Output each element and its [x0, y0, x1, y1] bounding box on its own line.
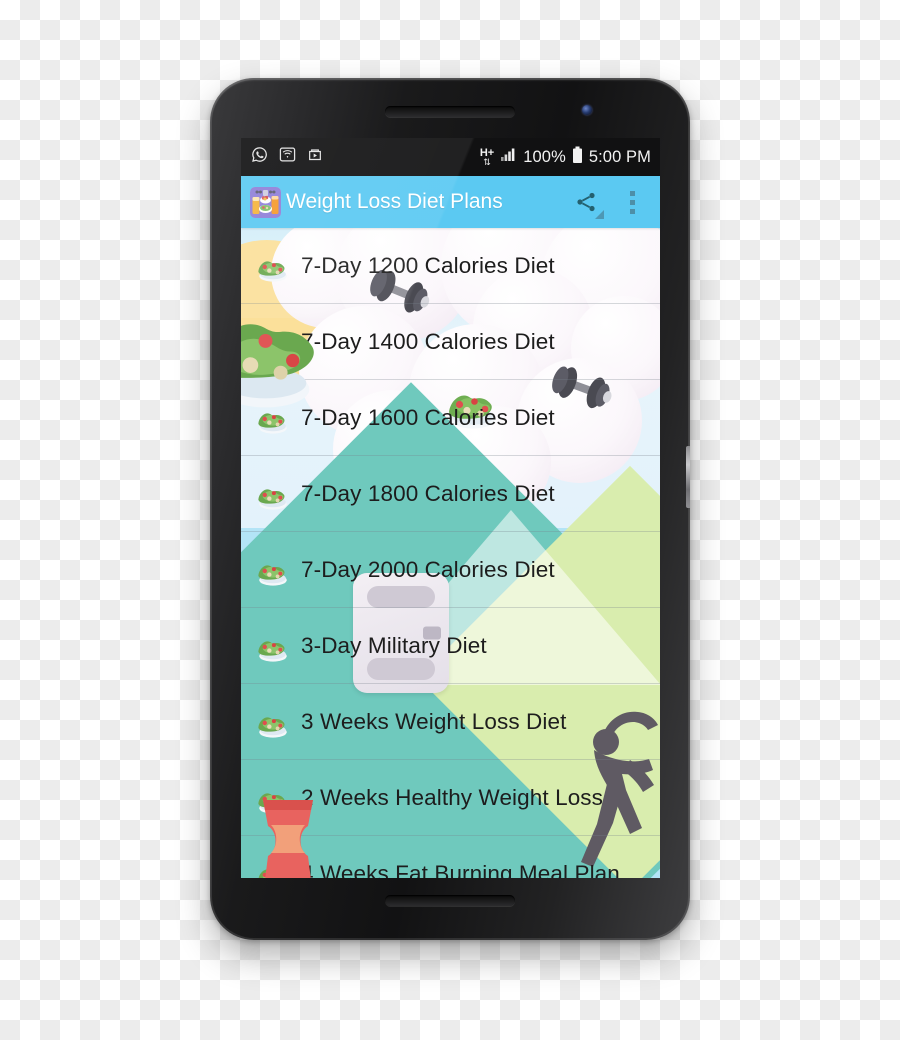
share-icon[interactable]	[566, 182, 606, 222]
list-item-label: 2 Weeks Healthy Weight Loss	[301, 785, 604, 810]
list-item[interactable]: 3-Day Military Diet	[241, 608, 660, 684]
salad-bowl-icon	[251, 246, 295, 286]
list-item-label: 4 Weeks Fat Burning Meal Plan	[301, 861, 620, 878]
salad-bowl-icon	[251, 550, 295, 590]
overflow-menu-icon[interactable]	[616, 182, 648, 222]
clock-label: 5:00 PM	[588, 147, 651, 166]
list-item-label: 7-Day 1600 Calories Diet	[301, 405, 555, 430]
earpiece-speaker	[385, 106, 515, 117]
network-type-icon: H+ ⇅	[480, 147, 494, 167]
salad-bowl-icon	[241, 294, 329, 412]
list-item[interactable]: 7-Day 1200 Calories Diet	[241, 228, 660, 304]
media-box-icon	[307, 146, 323, 168]
network-arrows-icon: ⇅	[483, 156, 491, 167]
app-logo-icon[interactable]	[250, 186, 281, 218]
slimming-wrap-icon	[255, 800, 321, 878]
battery-percent-label: 100%	[523, 147, 566, 166]
app-title: Weight Loss Diet Plans	[286, 190, 503, 213]
list-item-label: 7-Day 1200 Calories Diet	[301, 253, 555, 278]
list-item-label: 3 Weeks Weight Loss Diet	[301, 709, 567, 734]
overflow-dot	[629, 190, 635, 196]
salad-bowl-icon	[251, 626, 295, 666]
status-bar-left-icons	[251, 146, 323, 168]
list-item-label: 7-Day 1800 Calories Diet	[301, 481, 555, 506]
battery-full-icon	[572, 146, 583, 169]
salad-bowl-icon	[251, 474, 295, 514]
front-camera-icon	[582, 105, 592, 115]
content-area: 7-Day 1200 Calories Diet 7-Day 1400 Calo…	[241, 228, 660, 878]
status-bar-right-icons: H+ ⇅ 100% 5:00 PM	[480, 146, 651, 169]
list-item-label: 7-Day 2000 Calories Diet	[301, 557, 555, 582]
share-dropdown-caret-icon	[595, 210, 604, 219]
bottom-speaker-grille	[385, 895, 515, 906]
signal-bars-icon	[500, 147, 517, 167]
list-item[interactable]: 7-Day 1800 Calories Diet	[241, 456, 660, 532]
phone-screen: H+ ⇅ 100% 5:00 PM Weight Loss Diet Plans…	[241, 138, 660, 878]
whatsapp-icon	[251, 146, 268, 168]
list-item[interactable]: 3 Weeks Weight Loss Diet	[241, 684, 660, 760]
app-bar: Weight Loss Diet Plans	[241, 176, 660, 228]
overflow-dot	[629, 199, 635, 205]
overflow-dot	[629, 208, 635, 214]
list-item-label: 3-Day Military Diet	[301, 633, 487, 658]
wifi-icon	[279, 146, 296, 168]
status-bar: H+ ⇅ 100% 5:00 PM	[241, 138, 660, 176]
list-item-label: 7-Day 1400 Calories Diet	[301, 329, 555, 354]
list-item[interactable]: 7-Day 2000 Calories Diet	[241, 532, 660, 608]
salad-bowl-icon	[251, 702, 295, 742]
volume-button[interactable]	[686, 446, 690, 508]
phone-device-frame: H+ ⇅ 100% 5:00 PM Weight Loss Diet Plans…	[210, 78, 690, 940]
